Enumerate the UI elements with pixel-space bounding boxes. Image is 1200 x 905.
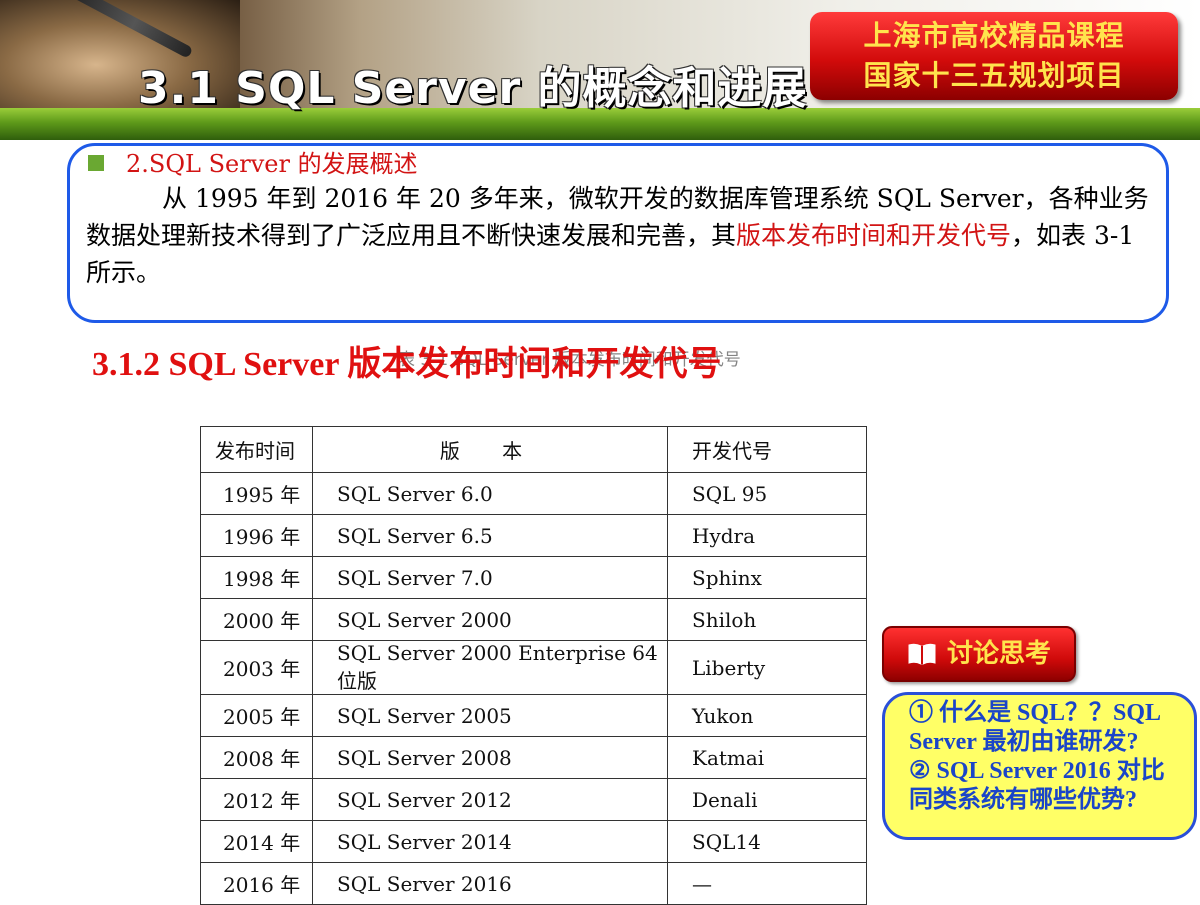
- table-row: 2005 年 SQL Server 2005 Yukon: [200, 694, 867, 737]
- cell-year: 2014 年: [200, 820, 313, 863]
- cell-codename: Sphinx: [667, 556, 867, 599]
- cell-year: 2008 年: [200, 736, 313, 779]
- cell-year: 2003 年: [200, 640, 313, 695]
- badge-line-2: 国家十三五规划项目: [863, 59, 1125, 92]
- cell-year: 1998 年: [200, 556, 313, 599]
- discussion-button-label: 讨论思考: [946, 639, 1051, 669]
- cell-codename: Hydra: [667, 514, 867, 557]
- cell-year: 2012 年: [200, 778, 313, 821]
- header-codename: 开发代号: [667, 426, 867, 473]
- table-row: 2014 年 SQL Server 2014 SQL14: [200, 820, 867, 863]
- header-release-date: 发布时间: [200, 426, 313, 473]
- question-2: ② SQL Server 2016 对比同类系统有哪些优势?: [909, 758, 1165, 813]
- cell-year: 1996 年: [200, 514, 313, 557]
- table-row: 1998 年 SQL Server 7.0 Sphinx: [200, 556, 867, 599]
- cell-codename: SQL14: [667, 820, 867, 863]
- header-version: 版 本: [312, 426, 668, 473]
- cell-version: SQL Server 6.0: [312, 472, 668, 515]
- table-row: 2000 年 SQL Server 2000 Shiloh: [200, 598, 867, 641]
- table-row: 2003 年 SQL Server 2000 Enterprise 64 位版 Li…: [200, 640, 867, 695]
- question-1: ① 什么是 SQL？？SQL Server 最初由谁研发?: [909, 700, 1160, 755]
- cell-version: SQL Server 2012: [312, 778, 668, 821]
- section-title: 3.1.2 SQL Server 版本发布时间和开发代号: [92, 346, 722, 383]
- cell-codename: Katmai: [667, 736, 867, 779]
- cell-year: 1995 年: [200, 472, 313, 515]
- intro-text-highlight: 版本发布时间和开发代号: [736, 221, 1012, 250]
- cell-version: SQL Server 7.0: [312, 556, 668, 599]
- discussion-button[interactable]: 讨论思考: [882, 626, 1076, 682]
- cell-codename: Yukon: [667, 694, 867, 737]
- cell-version: SQL Server 6.5: [312, 514, 668, 557]
- page-title: 3.1 SQL Server 的概念和进展: [138, 63, 808, 114]
- table-row: 1996 年 SQL Server 6.5 Hydra: [200, 514, 867, 557]
- intro-heading: 2.SQL Server 的发展概述: [88, 144, 418, 179]
- cell-version: SQL Server 2000 Enterprise 64 位版: [312, 640, 668, 695]
- course-badge: 上海市高校精品课程 国家十三五规划项目: [810, 12, 1178, 100]
- version-table: 发布时间 版 本 开发代号 1995 年 SQL Server 6.0 SQL 95…: [200, 426, 867, 905]
- open-book-icon: [907, 632, 937, 684]
- table-row: 2008 年 SQL Server 2008 Katmai: [200, 736, 867, 779]
- cell-codename: SQL 95: [667, 472, 867, 515]
- table-row: 1995 年 SQL Server 6.0 SQL 95: [200, 472, 867, 515]
- table-row: 2012 年 SQL Server 2012 Denali: [200, 778, 867, 821]
- cell-version: SQL Server 2016: [312, 862, 668, 905]
- cell-year: 2016 年: [200, 862, 313, 905]
- cell-year: 2000 年: [200, 598, 313, 641]
- cell-codename: —: [667, 862, 867, 905]
- intro-heading-text: 2.SQL Server 的发展概述: [126, 150, 418, 178]
- cell-version: SQL Server 2000: [312, 598, 668, 641]
- table-row: 2016 年 SQL Server 2016—: [200, 862, 867, 905]
- cell-year: 2005 年: [200, 694, 313, 737]
- cell-codename: Denali: [667, 778, 867, 821]
- badge-line-1: 上海市高校精品课程: [863, 19, 1125, 52]
- intro-paragraph: 从 1995 年到 2016 年 20 多年来，微软开发的数据库管理系统 SQL…: [86, 180, 1164, 291]
- cell-codename: Shiloh: [667, 598, 867, 641]
- discussion-questions-box: ① 什么是 SQL？？SQL Server 最初由谁研发? ② SQL Serv…: [882, 692, 1197, 840]
- cell-version: SQL Server 2008: [312, 736, 668, 779]
- bullet-square-icon: [88, 155, 104, 171]
- cell-version: SQL Server 2005: [312, 694, 668, 737]
- table-header-row: 发布时间 版 本 开发代号: [200, 426, 867, 473]
- cell-codename: Liberty: [667, 640, 867, 695]
- cell-version: SQL Server 2014: [312, 820, 668, 863]
